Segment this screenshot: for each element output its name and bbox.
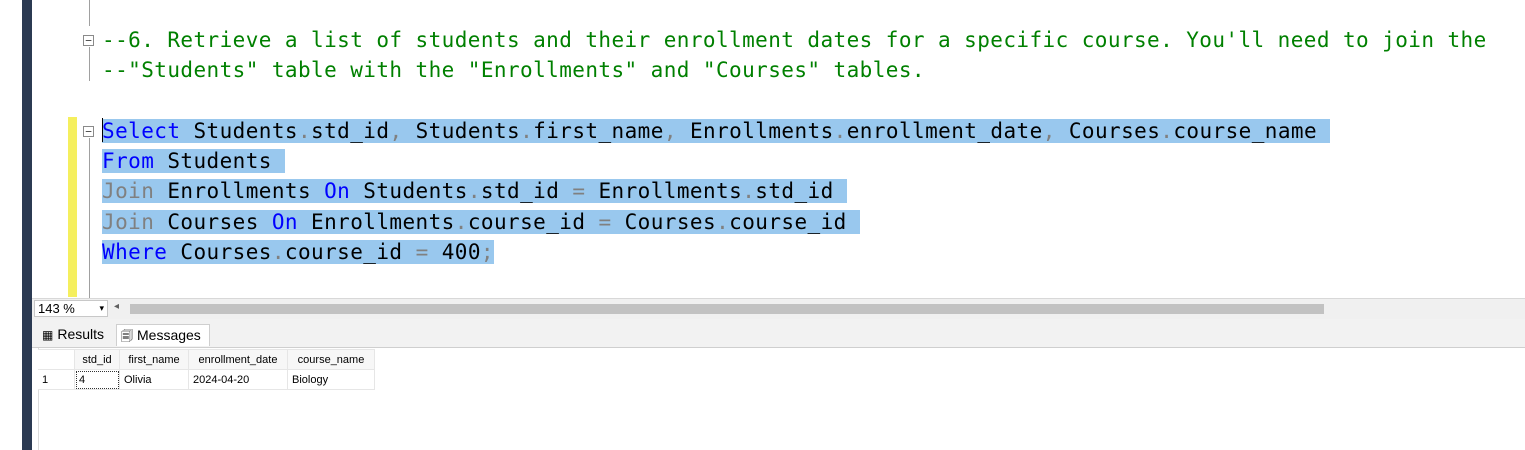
- change-tracking-marker: [68, 117, 77, 297]
- comma: ,: [1042, 119, 1056, 143]
- table-ref: Enrollments: [676, 119, 834, 143]
- messages-icon: 🗐: [121, 329, 133, 343]
- table-ref: Students: [350, 179, 468, 203]
- column-ref: course_id: [467, 210, 599, 234]
- results-pane: ▦ Results 🗐 Messages std_id first_name enr…: [32, 319, 1525, 450]
- table-ref: Courses: [1055, 119, 1161, 143]
- window-border: [22, 0, 32, 450]
- table-ref: Students: [180, 119, 298, 143]
- collapse-query-icon[interactable]: −: [83, 126, 94, 137]
- keyword-on: On: [271, 210, 298, 234]
- dot: .: [297, 119, 312, 143]
- dot: .: [1160, 119, 1174, 143]
- comment-line-1[interactable]: --6. Retrieve a list of students and the…: [102, 25, 1487, 55]
- zoom-select[interactable]: 143 % ▾: [34, 300, 108, 317]
- table-ref: Enrollments: [154, 179, 325, 203]
- dot: .: [454, 210, 468, 234]
- editor-gutter: [32, 0, 67, 298]
- tab-messages[interactable]: 🗐 Messages: [116, 324, 210, 346]
- column-ref: enrollment_date: [846, 119, 1043, 143]
- query-line-2[interactable]: From Students: [102, 146, 285, 176]
- comment-line-2[interactable]: --"Students" table with the "Enrollments…: [102, 55, 925, 85]
- editor-statusbar: 143 % ▾ ◂: [32, 298, 1525, 319]
- dot: .: [716, 210, 730, 234]
- dot: .: [833, 119, 847, 143]
- table-row[interactable]: 1 4 Olivia 2024-04-20 Biology: [38, 369, 375, 390]
- row-number-header: [38, 349, 75, 370]
- horizontal-scrollbar[interactable]: [130, 304, 1324, 314]
- column-header-course-name[interactable]: course_name: [287, 349, 375, 370]
- left-margin: [0, 0, 22, 450]
- chevron-down-icon[interactable]: ▾: [99, 301, 104, 316]
- cell-first-name[interactable]: Olivia: [119, 369, 189, 390]
- equals-operator: =: [572, 179, 586, 203]
- column-ref: course_name: [1173, 119, 1331, 143]
- fold-guide-line: [89, 0, 90, 26]
- query-line-4[interactable]: Join Courses On Enrollments.course_id = …: [102, 207, 860, 237]
- column-header-std-id[interactable]: std_id: [74, 349, 120, 370]
- cell-course-name[interactable]: Biology: [287, 369, 375, 390]
- column-ref: std_id: [755, 179, 847, 203]
- grid-header-row: std_id first_name enrollment_date course…: [38, 349, 375, 370]
- keyword-where: Where: [102, 240, 168, 264]
- dot: .: [467, 179, 481, 203]
- grid-icon: ▦: [42, 328, 54, 342]
- keyword-select: Select: [102, 119, 181, 143]
- table-ref: Courses: [611, 210, 717, 234]
- table-ref: Enrollments: [585, 179, 743, 203]
- semicolon: ;: [480, 240, 494, 264]
- zoom-value: 143 %: [38, 301, 75, 316]
- keyword-join: Join: [102, 179, 155, 203]
- row-number[interactable]: 1: [38, 369, 75, 390]
- tab-results-label: Results: [57, 326, 105, 342]
- fold-guide-line: [89, 138, 90, 298]
- column-header-first-name[interactable]: first_name: [119, 349, 189, 370]
- equals-operator: =: [598, 210, 612, 234]
- dot: .: [742, 179, 756, 203]
- column-header-enrollment-date[interactable]: enrollment_date: [188, 349, 288, 370]
- column-ref: course_id: [284, 240, 416, 264]
- comma: ,: [663, 119, 677, 143]
- table-ref: Courses: [167, 240, 272, 264]
- column-ref: course_id: [729, 210, 860, 234]
- column-ref: std_id: [480, 179, 573, 203]
- query-line-5[interactable]: Where Courses.course_id = 400;: [102, 237, 494, 267]
- collapse-comment-icon[interactable]: −: [83, 35, 94, 46]
- cell-enrollment-date[interactable]: 2024-04-20: [188, 369, 288, 390]
- keyword-from: From: [102, 149, 155, 173]
- table-ref: Enrollments: [297, 210, 455, 234]
- column-ref: first_name: [533, 119, 664, 143]
- table-ref: Students: [154, 149, 285, 173]
- number-literal: 400: [428, 240, 481, 264]
- table-ref: Courses: [154, 210, 272, 234]
- table-ref: Students: [402, 119, 521, 143]
- comma: ,: [389, 119, 403, 143]
- query-line-3[interactable]: Join Enrollments On Students.std_id = En…: [102, 176, 847, 206]
- equals-operator: =: [415, 240, 429, 264]
- query-line-1[interactable]: Select Students.std_id, Students.first_n…: [102, 116, 1331, 146]
- cell-std-id[interactable]: 4: [74, 369, 120, 390]
- dot: .: [520, 119, 534, 143]
- scroll-left-icon[interactable]: ◂: [114, 301, 119, 312]
- column-ref: std_id: [311, 119, 390, 143]
- dot: .: [271, 240, 285, 264]
- tab-messages-label: Messages: [137, 327, 201, 343]
- fold-guide-line: [89, 47, 90, 81]
- results-grid[interactable]: std_id first_name enrollment_date course…: [38, 349, 375, 390]
- results-tabs: ▦ Results 🗐 Messages: [32, 319, 1525, 348]
- keyword-join: Join: [102, 210, 155, 234]
- tab-results[interactable]: ▦ Results: [38, 324, 116, 346]
- keyword-on: On: [324, 179, 351, 203]
